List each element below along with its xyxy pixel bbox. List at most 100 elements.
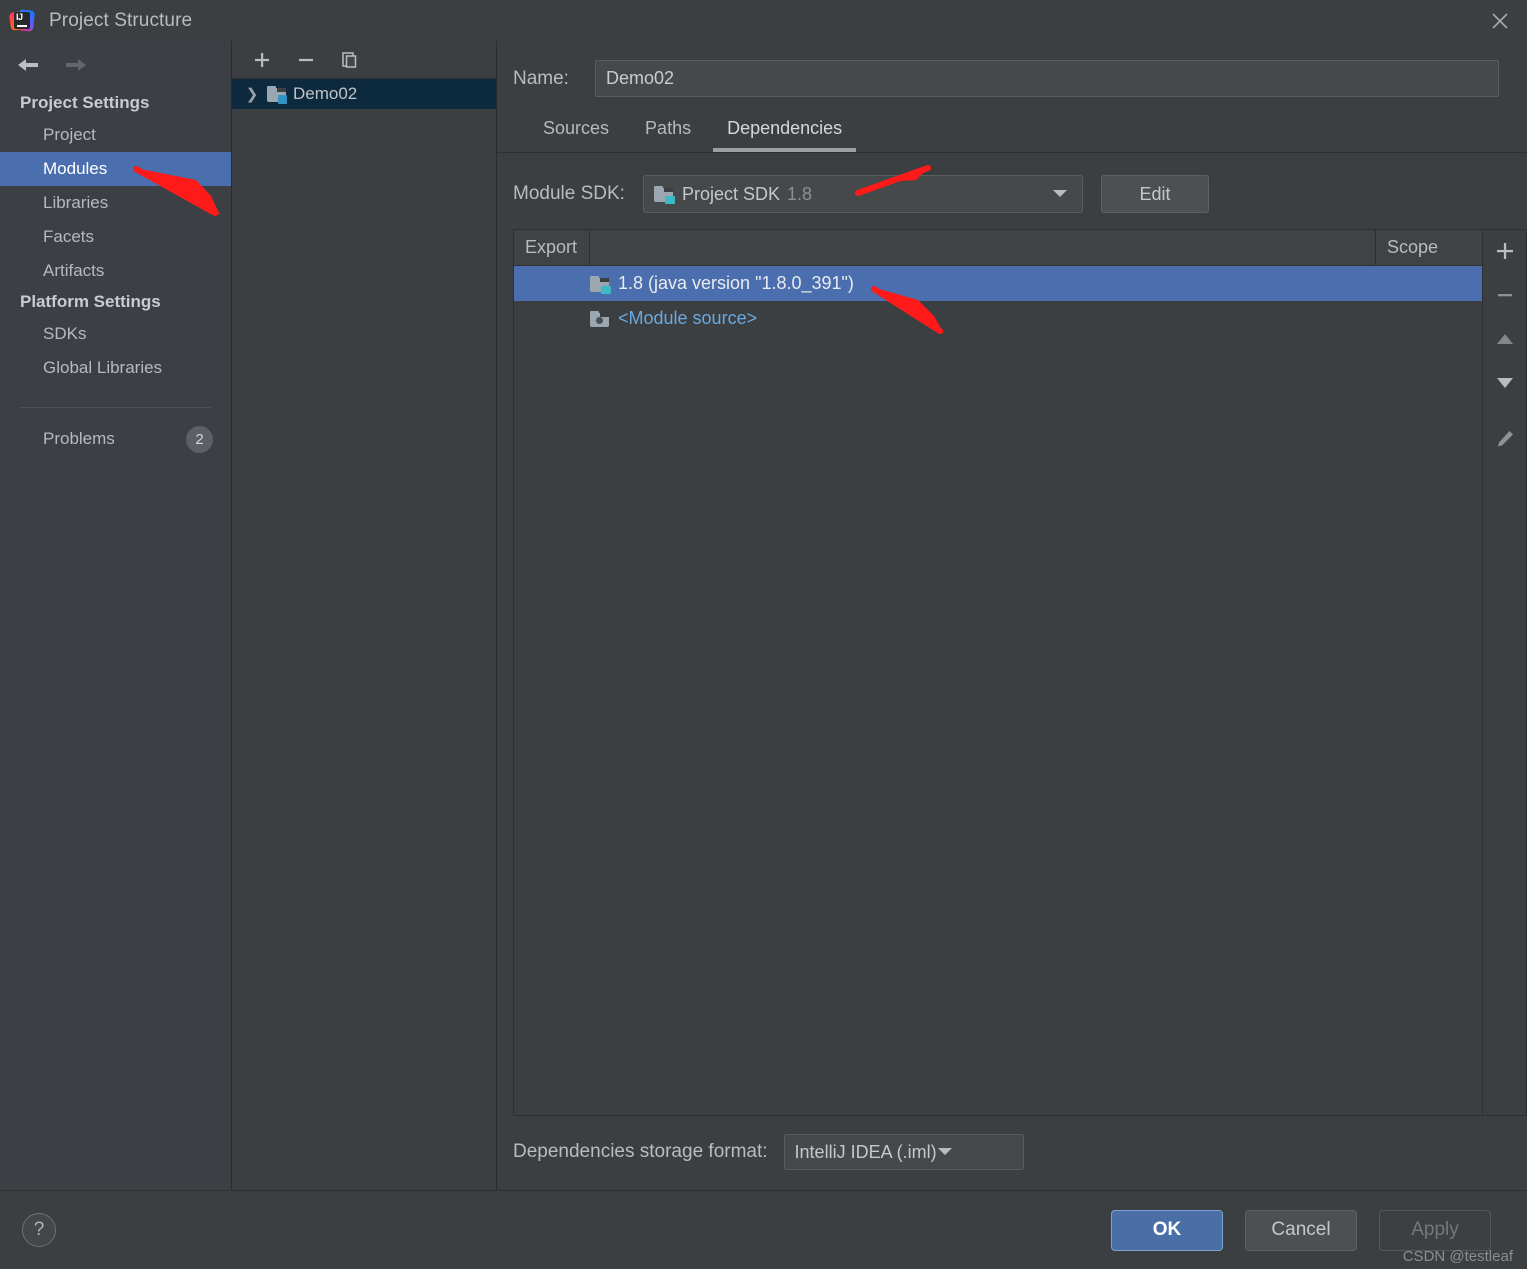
pencil-edit-icon (1497, 431, 1513, 447)
sidebar-item-label: Project (43, 125, 96, 144)
settings-sidebar: Project Settings Project Modules Librari… (0, 41, 232, 1190)
sidebar-item-artifacts[interactable]: Artifacts (0, 254, 231, 288)
arrow-up-icon (1496, 334, 1513, 344)
arrow-right-icon (66, 59, 86, 71)
watermark: CSDN @testleaf (1402, 1248, 1513, 1265)
sidebar-filler (0, 456, 231, 1190)
tab-dependencies[interactable]: Dependencies (713, 118, 857, 152)
storage-format-dropdown[interactable]: IntelliJ IDEA (.iml) (783, 1134, 1024, 1170)
edit-dependency-button[interactable] (1490, 424, 1520, 454)
ok-button[interactable]: OK (1111, 1209, 1223, 1251)
back-button[interactable] (12, 52, 44, 78)
sidebar-item-label: Libraries (43, 193, 109, 212)
module-tree-panel: ❯ Demo02 (232, 41, 497, 1190)
copy-icon (342, 51, 357, 68)
sidebar-item-global-libraries[interactable]: Global Libraries (0, 351, 231, 385)
module-sdk-row: Module SDK: Project SDK 1.8 Edit (497, 153, 1527, 213)
column-header-name[interactable] (590, 230, 1376, 265)
sidebar-group-title-platform-settings: Platform Settings (20, 292, 161, 311)
sidebar-item-label: Global Libraries (43, 358, 163, 377)
java-sdk-folder-icon (590, 275, 611, 294)
tab-label: Sources (543, 118, 610, 138)
forward-button[interactable] (60, 52, 92, 78)
remove-dependency-button[interactable] (1490, 280, 1520, 310)
tab-label: Paths (645, 118, 692, 138)
sidebar-divider (20, 407, 211, 408)
apply-button[interactable]: Apply (1379, 1209, 1491, 1251)
storage-format-value: IntelliJ IDEA (.iml) (794, 1141, 937, 1162)
module-tree-item-demo02[interactable]: ❯ Demo02 (232, 79, 496, 109)
chevron-right-icon[interactable]: ❯ (244, 85, 260, 103)
module-name-row: Name: (497, 41, 1527, 97)
module-sdk-dropdown[interactable]: Project SDK 1.8 (642, 175, 1083, 213)
module-tree-filler (232, 109, 496, 1190)
move-down-button[interactable] (1490, 368, 1520, 398)
dependencies-table-main: Export Scope 1.8 (java version "1.8.0_39… (514, 230, 1482, 1115)
tab-label: Dependencies (727, 118, 843, 138)
minus-icon (299, 58, 313, 61)
module-folder-icon (267, 86, 287, 104)
title-bar: Project Structure (0, 0, 1527, 41)
module-name-input[interactable] (595, 60, 1499, 97)
module-source-folder-icon (590, 310, 609, 327)
chevron-down-icon (1052, 185, 1068, 203)
close-button[interactable] (1473, 0, 1527, 41)
sidebar-item-problems[interactable]: Problems 2 (0, 422, 231, 456)
storage-format-label: Dependencies storage format: (513, 1141, 768, 1162)
move-up-button[interactable] (1490, 324, 1520, 354)
table-row[interactable]: 1.8 (java version "1.8.0_391") (514, 266, 1482, 301)
chevron-down-icon (937, 1143, 953, 1161)
dependencies-table-header: Export Scope (514, 230, 1482, 266)
problems-count-badge: 2 (186, 425, 213, 453)
arrow-left-icon (18, 59, 38, 71)
dialog-body: Project Settings Project Modules Librari… (0, 41, 1527, 1190)
sidebar-item-sdks[interactable]: SDKs (0, 317, 231, 351)
sidebar-item-libraries[interactable]: Libraries (0, 186, 231, 220)
cancel-button[interactable]: Cancel (1245, 1209, 1357, 1251)
sidebar-item-facets[interactable]: Facets (0, 220, 231, 254)
module-tree-item-label: Demo02 (293, 84, 358, 103)
remove-module-button[interactable] (292, 46, 320, 74)
edit-sdk-button[interactable]: Edit (1100, 175, 1209, 213)
dependency-name: <Module source> (618, 308, 758, 328)
tab-paths[interactable]: Paths (631, 118, 705, 152)
plus-icon (255, 52, 269, 67)
dependencies-table: Export Scope 1.8 (java version "1.8.0_39… (513, 229, 1527, 1116)
copy-module-button[interactable] (336, 46, 364, 74)
minus-icon (1497, 294, 1512, 297)
module-tree-toolbar (232, 41, 496, 79)
arrow-down-icon (1496, 378, 1513, 388)
plus-icon (1496, 243, 1513, 259)
close-icon (1492, 12, 1508, 29)
module-sdk-label: Module SDK: (513, 183, 625, 204)
sidebar-group-title-project-settings: Project Settings (20, 93, 150, 112)
add-module-button[interactable] (248, 46, 276, 74)
sidebar-item-project[interactable]: Project (0, 118, 231, 152)
module-sdk-value: Project SDK (681, 183, 780, 204)
name-label: Name: (513, 67, 569, 89)
project-structure-dialog: Project Structure (0, 0, 1527, 1269)
sidebar-nav-arrows (0, 41, 231, 89)
column-header-export[interactable]: Export (514, 230, 590, 265)
column-header-scope[interactable]: Scope (1376, 230, 1482, 265)
sidebar-item-label: Modules (43, 159, 108, 178)
help-button[interactable]: ? (22, 1213, 56, 1247)
sidebar-item-label: SDKs (43, 324, 87, 343)
tab-sources[interactable]: Sources (529, 118, 623, 152)
sidebar-item-modules[interactable]: Modules (0, 152, 231, 186)
intellij-idea-logo-icon (8, 8, 36, 34)
add-dependency-button[interactable] (1490, 236, 1520, 266)
sidebar-item-label: Artifacts (43, 261, 105, 280)
question-mark-icon: ? (33, 1219, 45, 1240)
module-tabs: Sources Paths Dependencies (497, 97, 1527, 153)
dependencies-table-body: 1.8 (java version "1.8.0_391") <Module s… (514, 266, 1482, 1115)
window-title: Project Structure (49, 9, 193, 31)
module-sdk-version: 1.8 (787, 183, 813, 204)
dialog-footer: ? OK Cancel Apply CSDN @testleaf (0, 1190, 1527, 1269)
module-detail-pane: Name: Sources Paths Dependencies Module … (497, 41, 1527, 1190)
java-sdk-folder-icon (653, 186, 675, 204)
sidebar-item-label: Facets (43, 227, 95, 246)
dependencies-side-toolbar (1482, 230, 1526, 1115)
sidebar-item-label: Problems (43, 429, 115, 448)
table-row[interactable]: <Module source> (514, 301, 1482, 336)
